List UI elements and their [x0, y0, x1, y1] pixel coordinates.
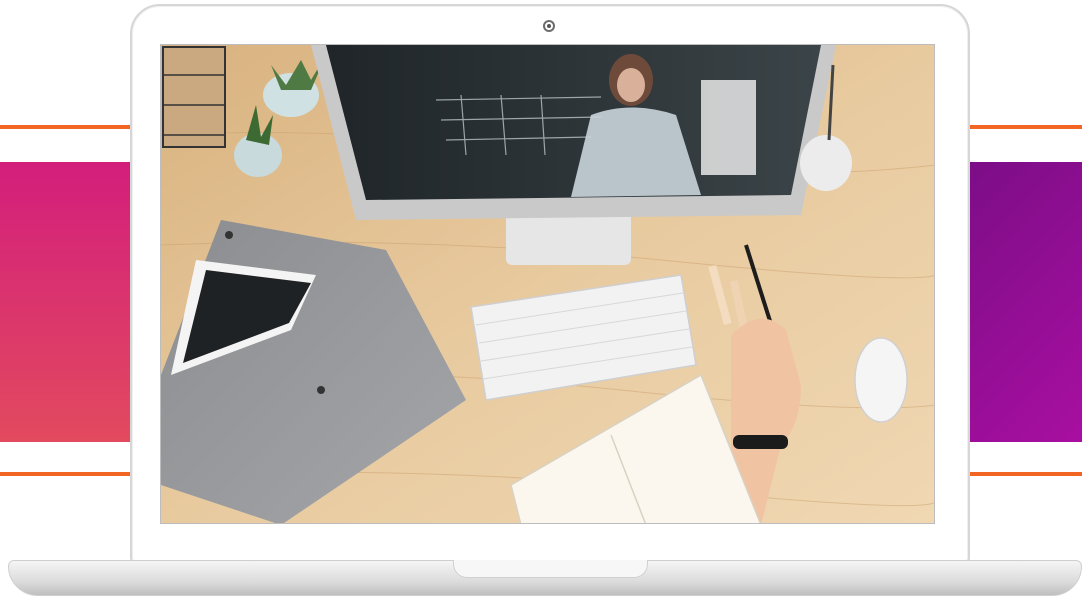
wire-basket	[162, 46, 226, 148]
laptop-notch	[453, 560, 648, 578]
gradient-band-left	[0, 162, 140, 442]
mouse	[854, 337, 908, 423]
desk-photo	[161, 45, 934, 523]
laptop-screen-photo	[160, 44, 935, 524]
camera-icon	[543, 20, 555, 32]
